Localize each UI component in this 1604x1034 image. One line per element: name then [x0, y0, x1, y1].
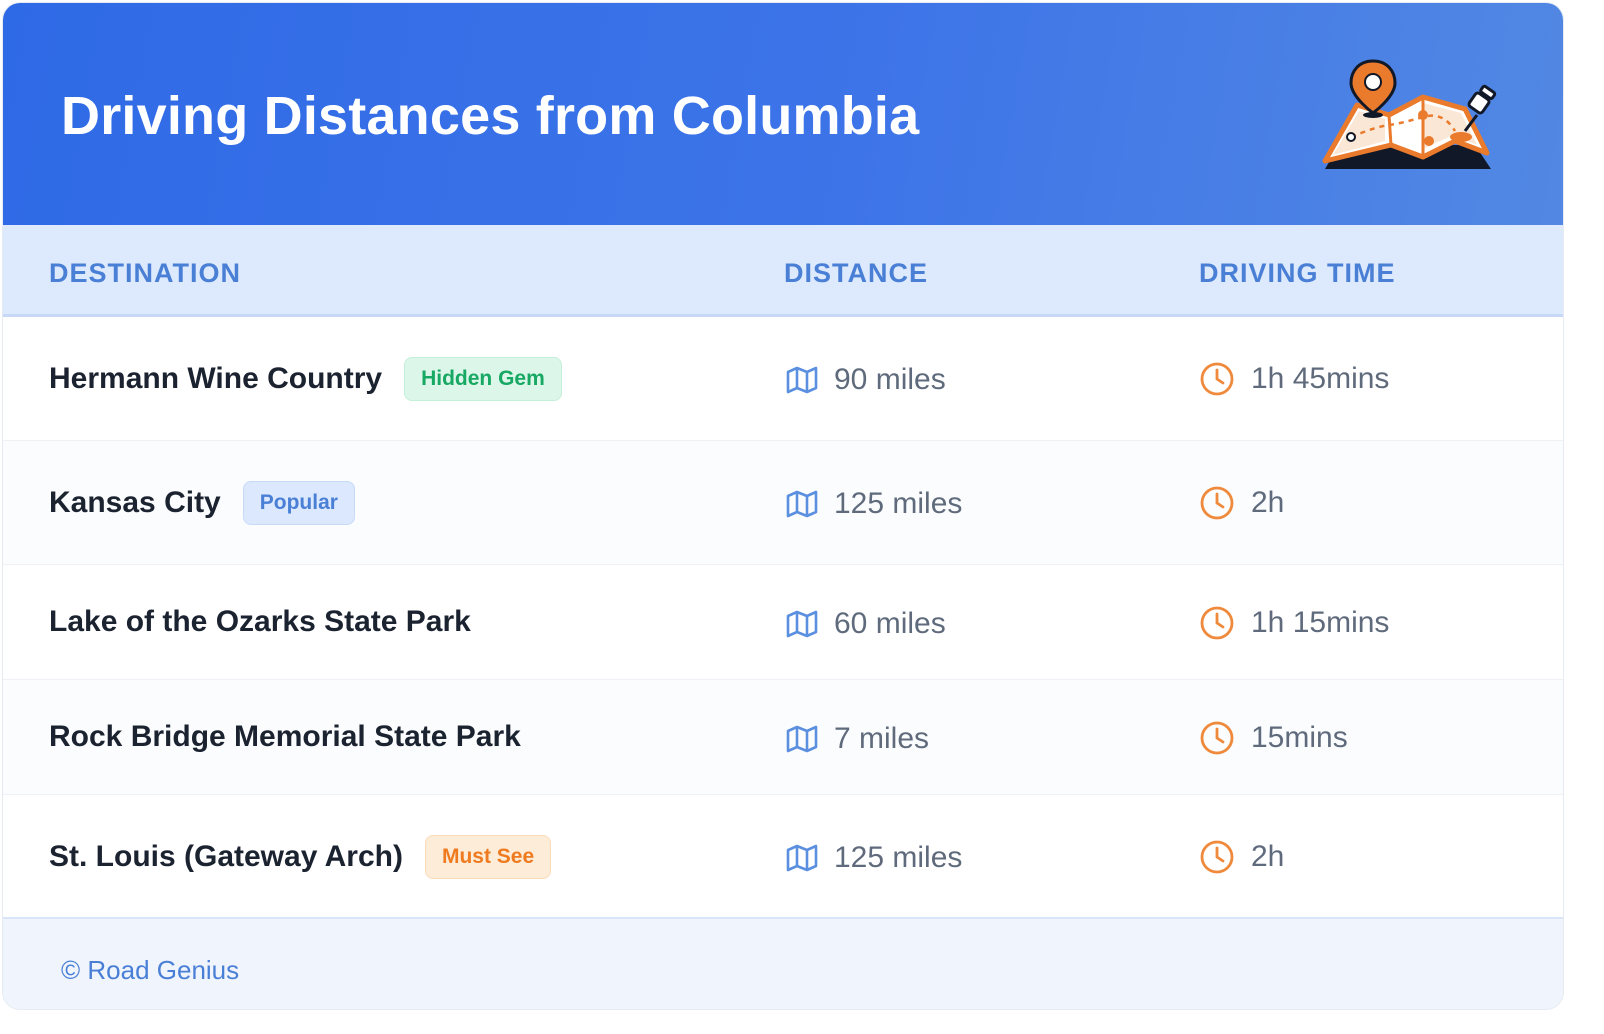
destination-name: Rock Bridge Memorial State Park [49, 720, 521, 753]
destination-name: St. Louis (Gateway Arch) [49, 840, 403, 873]
time-value: 2h [1251, 840, 1285, 873]
time-value: 15mins [1251, 721, 1348, 754]
time-cell: 15mins [1199, 720, 1348, 756]
badge-hidden-gem: Hidden Gem [404, 357, 562, 401]
time-cell: 2h [1199, 485, 1284, 521]
distance-cell: 125 miles [786, 487, 962, 521]
time-cell: 1h 15mins [1199, 605, 1389, 641]
time-value: 2h [1251, 486, 1285, 519]
table-row: Kansas City Popular 125 miles 2h [3, 441, 1563, 565]
clock-icon [1200, 840, 1234, 874]
destination-name: Hermann Wine Country [49, 362, 383, 395]
column-header-destination: DESTINATION [49, 258, 241, 288]
column-header-distance: DISTANCE [784, 258, 929, 288]
time-cell: 2h [1199, 839, 1284, 875]
distance-cell: 60 miles [786, 607, 946, 641]
distance-value: 7 miles [834, 722, 930, 755]
table-row: Lake of the Ozarks State Park 60 miles 1… [3, 565, 1563, 680]
time-cell: 1h 45mins [1199, 361, 1389, 397]
destination-cell: Lake of the Ozarks State Park [49, 605, 471, 639]
card-footer: © Road Genius [3, 917, 1563, 1009]
page-title: Driving Distances from Columbia [61, 86, 920, 146]
distance-cell: 125 miles [786, 841, 962, 875]
map-icon [786, 366, 818, 394]
map-with-pins-icon [1322, 59, 1497, 169]
clock-icon [1200, 606, 1234, 640]
copyright-text: © Road Genius [61, 955, 240, 985]
card-header: Driving Distances from Columbia [3, 3, 1563, 225]
distances-card: Driving Distances from Columbia DESTINAT… [2, 2, 1564, 1010]
map-icon [786, 490, 818, 518]
clock-icon [1200, 362, 1234, 396]
destination-cell: St. Louis (Gateway Arch) Must See [49, 835, 552, 879]
column-header-driving-time: DRIVING TIME [1199, 258, 1396, 288]
map-icon [786, 610, 818, 638]
clock-icon [1200, 486, 1234, 520]
badge-must-see: Must See [424, 835, 552, 879]
distance-cell: 90 miles [786, 363, 946, 397]
time-value: 1h 45mins [1251, 362, 1390, 395]
distance-value: 125 miles [834, 841, 963, 874]
distance-cell: 7 miles [786, 722, 929, 756]
clock-icon [1200, 721, 1234, 755]
table-row: Hermann Wine Country Hidden Gem 90 miles… [3, 317, 1563, 441]
destination-name: Kansas City [49, 486, 221, 519]
map-icon [786, 844, 818, 872]
table-row: Rock Bridge Memorial State Park 7 miles … [3, 680, 1563, 795]
destination-cell: Rock Bridge Memorial State Park [49, 720, 521, 754]
distance-value: 90 miles [834, 363, 946, 396]
badge-popular: Popular [242, 481, 355, 525]
map-icon [786, 725, 818, 753]
destination-cell: Hermann Wine Country Hidden Gem [49, 357, 562, 401]
destination-cell: Kansas City Popular [49, 481, 355, 525]
destination-name: Lake of the Ozarks State Park [49, 605, 471, 638]
time-value: 1h 15mins [1251, 606, 1390, 639]
table-row: St. Louis (Gateway Arch) Must See 125 mi… [3, 795, 1563, 917]
distance-value: 60 miles [834, 607, 946, 640]
table-header: DESTINATION DISTANCE DRIVING TIME [3, 225, 1563, 317]
distance-value: 125 miles [834, 487, 963, 520]
